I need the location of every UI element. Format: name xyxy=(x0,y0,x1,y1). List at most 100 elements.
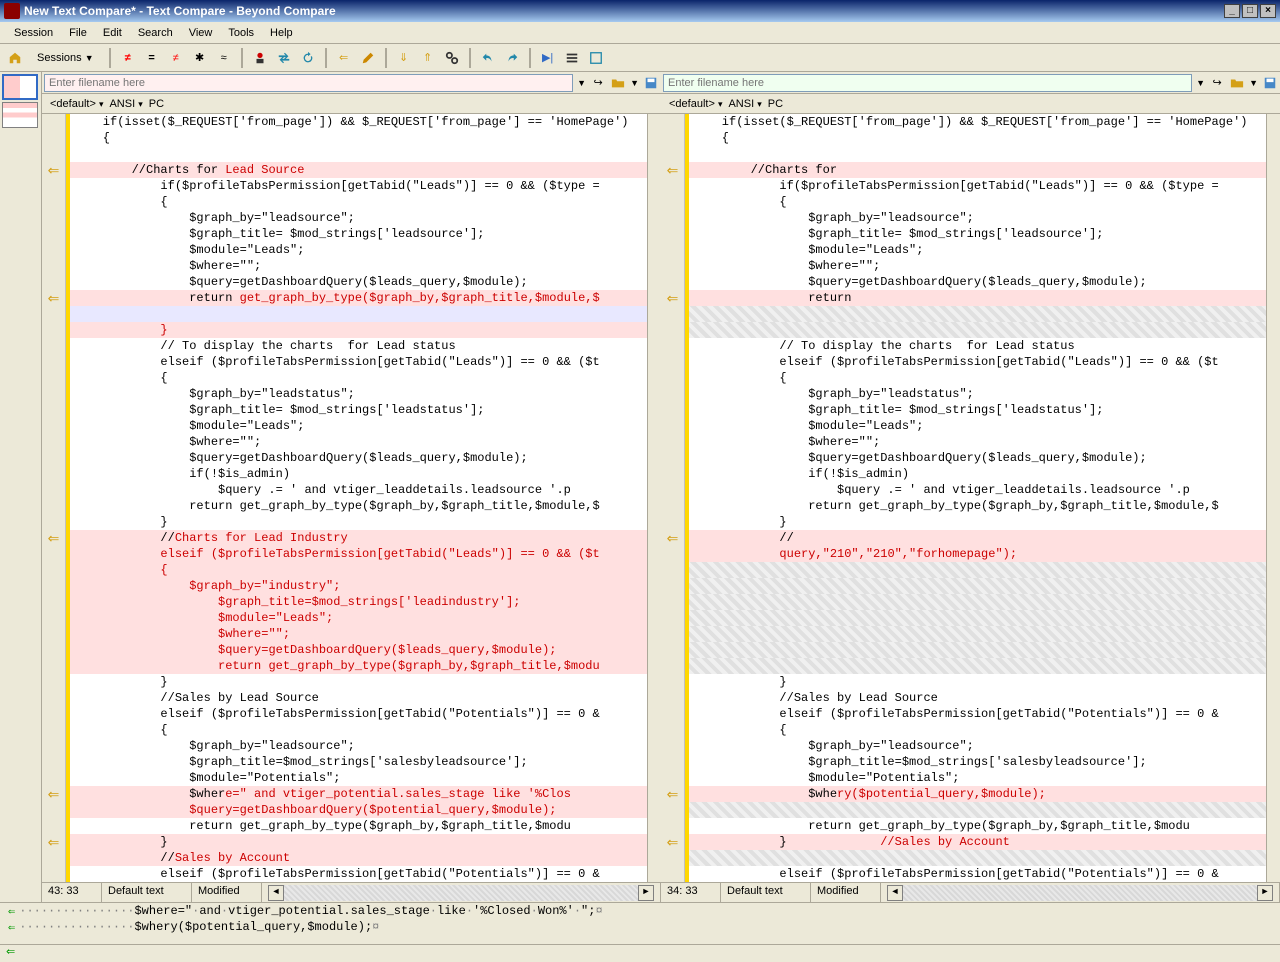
diff-arrow-icon[interactable] xyxy=(661,466,684,482)
diff-arrow-icon[interactable] xyxy=(661,754,684,770)
diff-arrow-icon[interactable] xyxy=(661,738,684,754)
code-line[interactable] xyxy=(689,642,1266,658)
diff-arrow-icon[interactable] xyxy=(661,562,684,578)
diff-arrow-icon[interactable] xyxy=(661,306,684,322)
code-line[interactable]: $query=getDashboardQuery($leads_query,$m… xyxy=(70,450,647,466)
diff-arrow-icon[interactable] xyxy=(661,482,684,498)
menu-edit[interactable]: Edit xyxy=(95,25,130,41)
code-line[interactable]: //Sales by Lead Source xyxy=(70,690,647,706)
diff-arrow-icon[interactable] xyxy=(42,514,65,530)
right-recent-icon[interactable]: ↪ xyxy=(1209,75,1225,91)
diff-arrow-icon[interactable] xyxy=(661,514,684,530)
diff-arrow-icon[interactable] xyxy=(42,546,65,562)
menu-help[interactable]: Help xyxy=(262,25,301,41)
code-line[interactable]: // To display the charts for Lead status xyxy=(689,338,1266,354)
left-encoding-dropdown[interactable]: ANSI ▾ xyxy=(109,98,142,110)
diff-arrow-icon[interactable]: ⇐ xyxy=(42,530,65,546)
diff-arrow-icon[interactable] xyxy=(661,658,684,674)
code-line[interactable] xyxy=(689,802,1266,818)
code-line[interactable] xyxy=(689,658,1266,674)
code-line[interactable]: elseif ($profileTabsPermission[getTabid(… xyxy=(70,866,647,882)
code-line[interactable]: $query=getDashboardQuery($leads_query,$m… xyxy=(689,450,1266,466)
not-equal-red-icon[interactable]: ≠ xyxy=(165,47,187,69)
menu-tools[interactable]: Tools xyxy=(220,25,262,41)
diff-arrow-icon[interactable] xyxy=(661,386,684,402)
undo-icon[interactable] xyxy=(477,47,499,69)
diff-arrow-icon[interactable] xyxy=(661,594,684,610)
left-lineending-dropdown[interactable]: PC xyxy=(149,98,164,110)
diff-arrow-icon[interactable] xyxy=(661,642,684,658)
code-line[interactable]: if(!$is_admin) xyxy=(689,466,1266,482)
code-line[interactable]: $module="Leads"; xyxy=(70,242,647,258)
left-open-icon[interactable] xyxy=(610,75,626,91)
code-line[interactable]: { xyxy=(689,370,1266,386)
code-line[interactable]: { xyxy=(70,194,647,210)
diff-arrow-icon[interactable] xyxy=(661,210,684,226)
menu-file[interactable]: File xyxy=(61,25,95,41)
diff-arrow-icon[interactable] xyxy=(661,450,684,466)
diff-arrow-icon[interactable] xyxy=(42,226,65,242)
code-line[interactable]: $graph_title= $mod_strings['leadsource']… xyxy=(70,226,647,242)
not-equal-icon[interactable]: ≠ xyxy=(117,47,139,69)
code-line[interactable]: { xyxy=(70,130,647,146)
left-file-input[interactable] xyxy=(44,74,573,92)
diff-arrow-icon[interactable]: ⇐ xyxy=(42,786,65,802)
edit-icon[interactable] xyxy=(357,47,379,69)
code-line[interactable]: $module="Leads"; xyxy=(689,242,1266,258)
code-line[interactable]: if(!$is_admin) xyxy=(70,466,647,482)
diff-arrow-icon[interactable] xyxy=(661,370,684,386)
code-line[interactable]: { xyxy=(689,130,1266,146)
diff-arrow-icon[interactable] xyxy=(661,242,684,258)
next-icon[interactable]: ▶| xyxy=(537,47,559,69)
code-line[interactable] xyxy=(70,146,647,162)
home-icon[interactable] xyxy=(4,47,26,69)
code-line[interactable]: $graph_by="leadsource"; xyxy=(689,210,1266,226)
list-icon[interactable] xyxy=(561,47,583,69)
code-line[interactable]: $whery($potential_query,$module); xyxy=(689,786,1266,802)
right-open-dropdown[interactable]: ▼ xyxy=(1249,78,1258,88)
diff-arrow-icon[interactable]: ⇐ xyxy=(661,290,684,306)
close-button[interactable]: × xyxy=(1260,4,1276,18)
prev-diff-icon[interactable]: ⇐ xyxy=(333,47,355,69)
code-line[interactable]: return xyxy=(689,290,1266,306)
diff-arrow-icon[interactable] xyxy=(661,194,684,210)
diff-arrow-icon[interactable] xyxy=(661,274,684,290)
code-line[interactable]: if($profileTabsPermission[getTabid("Lead… xyxy=(689,178,1266,194)
code-line[interactable]: $graph_by="leadsource"; xyxy=(70,738,647,754)
right-encoding-dropdown[interactable]: ANSI ▾ xyxy=(728,98,761,110)
code-line[interactable]: { xyxy=(70,722,647,738)
right-save-icon[interactable] xyxy=(1262,75,1278,91)
diff-arrow-icon[interactable] xyxy=(661,402,684,418)
diff-arrow-icon[interactable] xyxy=(661,722,684,738)
code-line[interactable]: } xyxy=(689,514,1266,530)
code-line[interactable] xyxy=(689,322,1266,338)
diff-arrow-icon[interactable] xyxy=(42,706,65,722)
diff-arrow-icon[interactable] xyxy=(661,546,684,562)
code-line[interactable] xyxy=(689,626,1266,642)
diff-arrow-icon[interactable] xyxy=(42,658,65,674)
code-line[interactable]: elseif ($profileTabsPermission[getTabid(… xyxy=(689,354,1266,370)
code-line[interactable]: $where=""; xyxy=(70,626,647,642)
maximize-button[interactable]: □ xyxy=(1242,4,1258,18)
code-line[interactable]: //Charts for xyxy=(689,162,1266,178)
menu-session[interactable]: Session xyxy=(6,25,61,41)
diff-arrow-icon[interactable] xyxy=(42,610,65,626)
swap-icon[interactable] xyxy=(273,47,295,69)
left-vscroll[interactable] xyxy=(647,114,661,882)
diff-arrow-icon[interactable] xyxy=(42,418,65,434)
diff-arrow-icon[interactable] xyxy=(661,418,684,434)
diff-arrow-icon[interactable] xyxy=(42,274,65,290)
approx-icon[interactable]: ≈ xyxy=(213,47,235,69)
code-line[interactable]: if(isset($_REQUEST['from_page']) && $_RE… xyxy=(689,114,1266,130)
diff-arrow-icon[interactable] xyxy=(42,866,65,882)
code-line[interactable]: { xyxy=(689,722,1266,738)
code-line[interactable]: $graph_by="industry"; xyxy=(70,578,647,594)
diff-arrow-icon[interactable] xyxy=(42,594,65,610)
minimize-button[interactable]: _ xyxy=(1224,4,1240,18)
diff-arrow-icon[interactable] xyxy=(42,770,65,786)
code-line[interactable]: elseif ($profileTabsPermission[getTabid(… xyxy=(70,706,647,722)
left-open-dropdown[interactable]: ▼ xyxy=(630,78,639,88)
code-line[interactable]: $query=getDashboardQuery($leads_query,$m… xyxy=(689,274,1266,290)
right-hscroll-area[interactable]: ◄► xyxy=(881,883,1280,902)
code-line[interactable] xyxy=(689,610,1266,626)
